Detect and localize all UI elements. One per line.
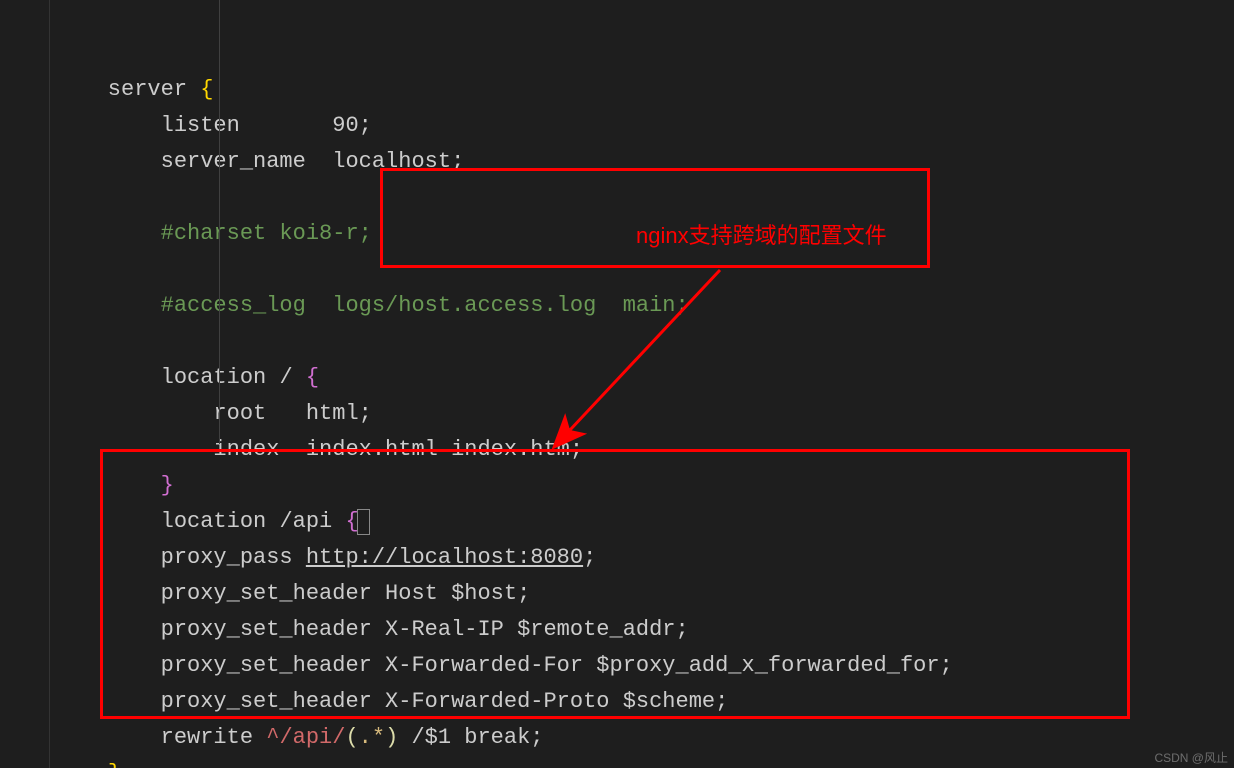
code-line-15: proxy_set_header Host $host; xyxy=(55,581,530,606)
code-line-5: #charset koi8-r; xyxy=(55,221,372,246)
code-line-3: server_name localhost; xyxy=(55,149,464,174)
code-line-1: server { xyxy=(55,77,213,102)
code-line-19: rewrite ^/api/(.*) /$1 break; xyxy=(55,725,544,750)
code-line-6 xyxy=(55,257,68,282)
code-line-4 xyxy=(55,185,68,210)
code-line-10: root html; xyxy=(55,401,372,426)
code-block[interactable]: server { listen 90; server_name localhos… xyxy=(55,0,953,768)
code-line-20: } xyxy=(55,761,121,768)
code-line-8 xyxy=(55,329,68,354)
code-line-9: location / { xyxy=(55,365,319,390)
text-cursor xyxy=(357,509,370,535)
watermark: CSDN @风止 xyxy=(1154,749,1228,766)
code-line-2: listen 90; xyxy=(55,113,372,138)
code-line-18: proxy_set_header X-Forwarded-Proto $sche… xyxy=(55,689,728,714)
code-line-14: proxy_pass http://localhost:8080; xyxy=(55,545,596,570)
code-line-11: index index.html index.htm; xyxy=(55,437,583,462)
indent-guide xyxy=(219,0,220,444)
code-line-16: proxy_set_header X-Real-IP $remote_addr; xyxy=(55,617,689,642)
code-line-12: } xyxy=(55,473,174,498)
gutter-divider xyxy=(49,0,50,768)
code-line-13: location /api { xyxy=(55,509,370,534)
code-line-17: proxy_set_header X-Forwarded-For $proxy_… xyxy=(55,653,953,678)
code-line-7: #access_log logs/host.access.log main; xyxy=(55,293,689,318)
